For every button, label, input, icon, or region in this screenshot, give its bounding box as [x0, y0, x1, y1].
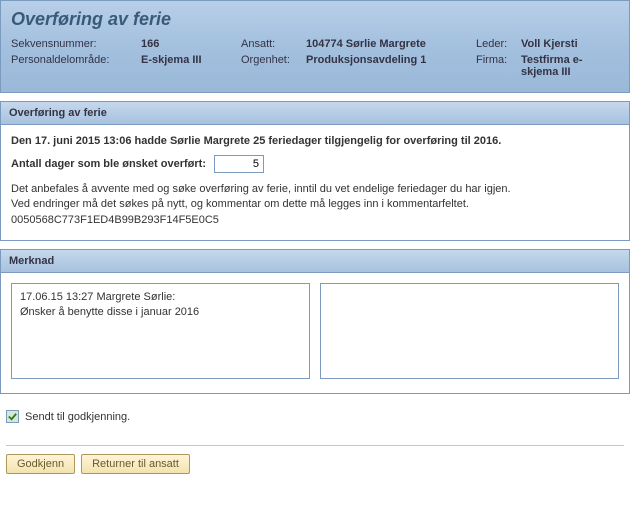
ansatt-value: 104774 Sørlie Margrete [306, 38, 476, 50]
divider [6, 445, 624, 446]
firma-label: Firma: [476, 54, 521, 78]
ansatt-label: Ansatt: [241, 38, 306, 50]
overforing-panel: Overføring av ferie Den 17. juni 2015 13… [0, 101, 630, 241]
sekvens-value: 166 [141, 38, 241, 50]
leder-label: Leder: [476, 38, 521, 50]
status-row: Sendt til godkjenning. [6, 410, 624, 423]
merknad-panel-header: Merknad [1, 250, 629, 273]
orgenhet-value: Produksjonsavdeling 1 [306, 54, 476, 78]
info-line-2: Ved endringer må det søkes på nytt, og k… [11, 198, 619, 210]
meta-grid: Sekvensnummer: 166 Ansatt: 104774 Sørlie… [11, 38, 619, 78]
merknad-text: Ønsker å benytte disse i januar 2016 [20, 305, 301, 320]
merknad-box-left[interactable]: 17.06.15 13:27 Margrete Sørlie: Ønsker å… [11, 283, 310, 379]
intro-text: Den 17. juni 2015 13:06 hadde Sørlie Mar… [11, 135, 619, 147]
leder-value: Voll Kjersti [521, 38, 619, 50]
godkjenn-button[interactable]: Godkjenn [6, 454, 75, 474]
merknad-box-right[interactable] [320, 283, 619, 379]
overforing-panel-body: Den 17. juni 2015 13:06 hadde Sørlie Mar… [1, 125, 629, 240]
merknad-timestamp: 17.06.15 13:27 Margrete Sørlie: [20, 290, 301, 305]
days-label: Antall dager som ble ønsket overført: [11, 158, 206, 170]
status-text: Sendt til godkjenning. [25, 411, 130, 423]
button-row: Godkjenn Returner til ansatt [6, 454, 624, 474]
hash-text: 0050568C773F1ED4B99B293F14F5E0C5 [11, 214, 619, 226]
persomr-value: E-skjema III [141, 54, 241, 78]
days-input[interactable] [214, 155, 264, 173]
days-row: Antall dager som ble ønsket overført: [11, 155, 619, 173]
header-band: Overføring av ferie Sekvensnummer: 166 A… [0, 0, 630, 93]
overforing-panel-header: Overføring av ferie [1, 102, 629, 125]
info-line-1: Det anbefales å avvente med og søke over… [11, 183, 619, 195]
merknad-panel: Merknad 17.06.15 13:27 Margrete Sørlie: … [0, 249, 630, 394]
merknad-grid: 17.06.15 13:27 Margrete Sørlie: Ønsker å… [11, 283, 619, 379]
returner-button[interactable]: Returner til ansatt [81, 454, 190, 474]
sekvens-label: Sekvensnummer: [11, 38, 141, 50]
page-title: Overføring av ferie [11, 9, 619, 30]
persomr-label: Personaldelområde: [11, 54, 141, 78]
firma-value: Testfirma e-skjema III [521, 54, 619, 78]
orgenhet-label: Orgenhet: [241, 54, 306, 78]
check-icon [6, 410, 19, 423]
merknad-panel-body: 17.06.15 13:27 Margrete Sørlie: Ønsker å… [1, 273, 629, 393]
